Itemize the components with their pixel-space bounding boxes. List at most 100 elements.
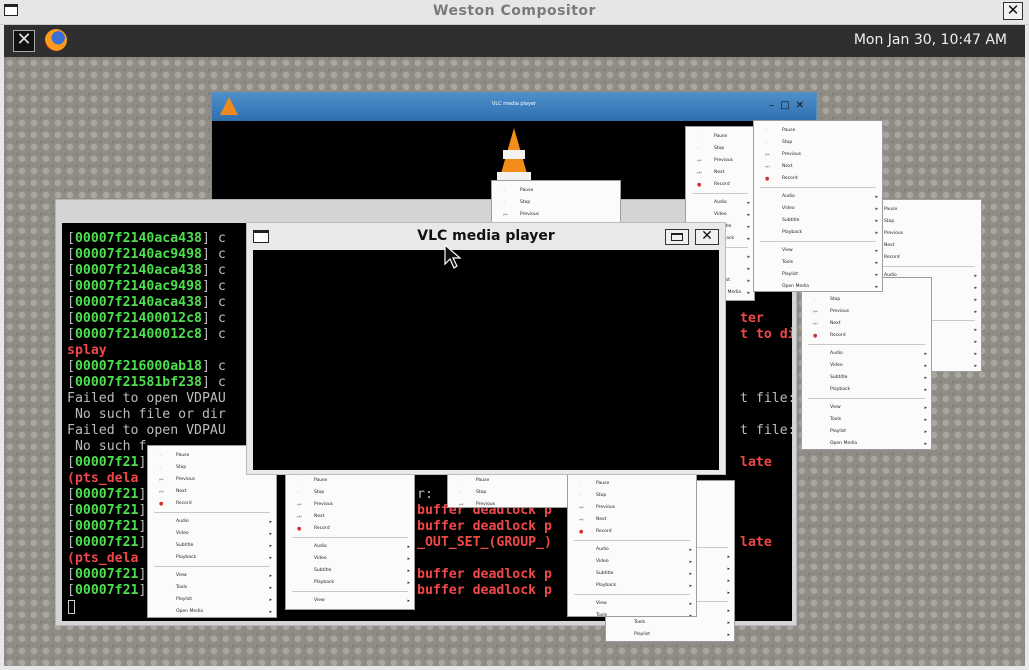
menu-item-label: Subtitle (596, 571, 614, 576)
menu-item-next[interactable]: Next ⏭ (286, 511, 414, 523)
vlc-context-menu[interactable]: Pause◦Stop◦Previous⏮Next⏭Record●Audio▸Vi… (753, 120, 883, 292)
menu-item-playback[interactable]: Playback ▸ (568, 580, 696, 592)
menu-item-video[interactable]: Video ▸ (686, 209, 754, 221)
menu-item-view[interactable]: View ▸ (286, 595, 414, 607)
menu-item-label: Stop (830, 297, 841, 302)
menu-item-audio[interactable]: Audio ▸ (802, 348, 931, 360)
menu-item-next[interactable]: Next ⏭ (754, 161, 882, 173)
vlc-context-menu[interactable]: Pause◦Stop◦Previous⏮Next⏭Record●Audio▸Vi… (285, 470, 415, 610)
vlc-window-front[interactable]: VLC media player ✕ (246, 222, 726, 475)
menu-item-video[interactable]: Video ▸ (286, 553, 414, 565)
menu-item-previous[interactable]: Previous ⏮ (286, 499, 414, 511)
menu-item-playlist[interactable]: Playlist ▸ (802, 426, 931, 438)
menu-item-stop[interactable]: Stop ◦ (802, 294, 931, 306)
submenu-arrow-icon: ▸ (924, 417, 927, 423)
menu-item-stop[interactable]: Stop ◦ (492, 197, 620, 209)
menu-item-tools[interactable]: Tools▸ (754, 257, 882, 269)
stop-icon: ◦ (159, 465, 162, 471)
menu-item-video[interactable]: Video ▸ (754, 203, 882, 215)
menu-item-playback[interactable]: Playback ▸ (754, 227, 882, 239)
menu-item-playback[interactable]: Playback ▸ (802, 384, 931, 396)
menu-item-previous[interactable]: Previous ⏮ (686, 155, 754, 167)
menu-item-record[interactable]: Record ● (686, 179, 754, 191)
menu-item-tools[interactable]: Tools▸ (148, 582, 276, 594)
menu-item-audio[interactable]: Audio ▸ (568, 544, 696, 556)
menu-item-view[interactable]: View ▸ (802, 402, 931, 414)
menu-item-previous[interactable]: Previous ⏮ (492, 209, 620, 221)
menu-item-open-media[interactable]: Open Media▸ (606, 641, 734, 642)
menu-item-stop[interactable]: Stop ◦ (448, 487, 576, 499)
menu-item-next[interactable]: Next ⏭ (148, 486, 276, 498)
menu-item-previous[interactable]: Previous ⏮ (148, 474, 276, 486)
menu-item-audio[interactable]: Audio ▸ (286, 541, 414, 553)
compositor-close-button[interactable]: ✕ (1003, 2, 1023, 20)
menu-item-previous[interactable]: Previous ⏮ (802, 306, 931, 318)
menu-item-subtitle[interactable]: Subtitle ▸ (148, 540, 276, 552)
menu-item-view[interactable]: View ▸ (568, 598, 696, 610)
menu-item-open-media[interactable]: Open Media▸ (754, 281, 882, 291)
menu-item-record[interactable]: Record ● (802, 330, 931, 342)
menu-item-pause[interactable]: Pause ◦ (492, 185, 620, 197)
menu-item-audio[interactable]: Audio ▸ (754, 191, 882, 203)
vlc-context-menu[interactable]: Pause◦Stop◦Previous⏮Next⏭Record●Audio▸Vi… (491, 180, 621, 225)
vlc-context-menu[interactable]: Pause◦Stop◦Previous⏮Next⏭Record●Audio▸Vi… (801, 277, 932, 450)
menu-item-tools[interactable]: Tools▸ (568, 610, 696, 616)
menu-item-record[interactable]: Record ● (148, 498, 276, 510)
menu-item-label: Previous (714, 158, 734, 163)
vlc-back-titlebar[interactable]: VLC media player –□✕ (212, 93, 816, 121)
menu-item-tools[interactable]: Tools▸ (606, 617, 734, 629)
menu-item-video[interactable]: Video ▸ (568, 556, 696, 568)
menu-item-pause[interactable]: Pause ◦ (686, 131, 754, 143)
menu-item-pause[interactable]: Pause ◦ (286, 475, 414, 487)
menu-item-playlist[interactable]: Playlist ▸ (148, 594, 276, 606)
previous-icon: ⏮ (813, 309, 818, 315)
vlc-context-menu[interactable]: Pause◦Stop◦Previous⏮Next⏭Record●Audio▸Vi… (447, 470, 577, 508)
terminal-launcher-icon[interactable]: ✕ (13, 30, 35, 52)
menu-item-open-media[interactable]: Open Media▸ (148, 606, 276, 617)
menu-item-video[interactable]: Video ▸ (802, 360, 931, 372)
menu-item-previous[interactable]: Previous ⏮ (448, 499, 576, 507)
menu-item-subtitle[interactable]: Subtitle ▸ (802, 372, 931, 384)
menu-item-stop[interactable]: Stop ◦ (754, 137, 882, 149)
menu-item-tools[interactable]: Tools▸ (802, 414, 931, 426)
menu-item-record[interactable]: Record ● (286, 523, 414, 535)
pause-icon: ◦ (579, 481, 582, 487)
menu-item-previous[interactable]: Previous ⏮ (568, 502, 696, 514)
menu-item-playlist[interactable]: Playlist ▸ (606, 629, 734, 641)
menu-item-label: Record (176, 501, 192, 506)
menu-item-stop[interactable]: Stop ◦ (286, 487, 414, 499)
menu-item-next[interactable]: Next ⏭ (568, 514, 696, 526)
menu-item-view[interactable]: View ▸ (148, 570, 276, 582)
vlc-video-area[interactable] (253, 250, 719, 470)
vlc-context-menu[interactable]: Pause◦Stop◦Previous⏮Next⏭Record●Audio▸Vi… (567, 473, 697, 617)
firefox-launcher-icon[interactable] (45, 29, 67, 51)
menu-item-pause[interactable]: Pause ◦ (754, 125, 882, 137)
menu-item-record[interactable]: Record ● (568, 526, 696, 538)
menu-item-next[interactable]: Next ⏭ (802, 318, 931, 330)
menu-item-video[interactable]: Video ▸ (148, 528, 276, 540)
menu-item-stop[interactable]: Stop ◦ (568, 490, 696, 502)
menu-item-open-media[interactable]: Open Media▸ (802, 438, 931, 449)
menu-item-pause[interactable]: Pause ◦ (568, 478, 696, 490)
previous-icon: ⏮ (297, 502, 302, 508)
menu-item-pause[interactable]: Pause ◦ (448, 475, 576, 487)
menu-item-stop[interactable]: Stop ◦ (686, 143, 754, 155)
menu-item-tools[interactable]: Tools▸ (286, 607, 414, 609)
menu-item-playback[interactable]: Playback ▸ (286, 577, 414, 589)
vlc-back-window-controls[interactable]: –□✕ (769, 100, 810, 111)
menu-item-subtitle[interactable]: Subtitle ▸ (286, 565, 414, 577)
menu-item-previous[interactable]: Previous ⏮ (754, 149, 882, 161)
menu-item-subtitle[interactable]: Subtitle ▸ (754, 215, 882, 227)
menu-item-playback[interactable]: Playback ▸ (148, 552, 276, 564)
menu-item-next[interactable]: Next ⏭ (686, 167, 754, 179)
submenu-arrow-icon: ▸ (407, 598, 410, 604)
menu-item-audio[interactable]: Audio ▸ (686, 197, 754, 209)
menu-item-view[interactable]: View ▸ (754, 245, 882, 257)
maximize-button[interactable] (665, 229, 689, 245)
terminal-line: [00007f2140aca438] c (67, 231, 226, 246)
menu-item-playlist[interactable]: Playlist ▸ (754, 269, 882, 281)
menu-item-record[interactable]: Record ● (754, 173, 882, 185)
close-button[interactable]: ✕ (695, 229, 719, 245)
menu-item-audio[interactable]: Audio ▸ (148, 516, 276, 528)
menu-item-subtitle[interactable]: Subtitle ▸ (568, 568, 696, 580)
